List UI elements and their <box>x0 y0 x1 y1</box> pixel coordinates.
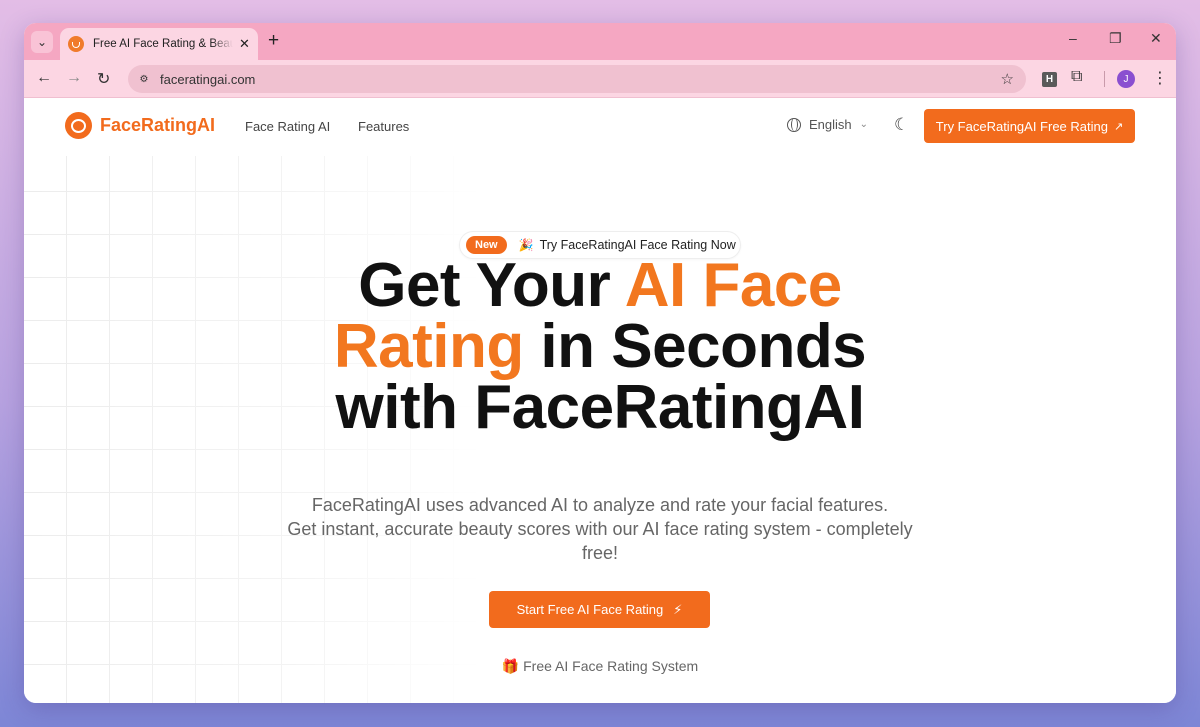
minimize-button[interactable]: – <box>1069 30 1077 46</box>
web-page: FaceRatingAI Face Rating AI Features Eng… <box>24 98 1176 703</box>
menu-icon[interactable]: ⋮ <box>1152 68 1168 88</box>
window-close-button[interactable]: ✕ <box>1150 30 1162 47</box>
chevron-down-icon: ⌄ <box>859 119 869 130</box>
favicon-icon <box>68 36 84 52</box>
star-rating: ★★★★★ <box>634 702 715 703</box>
browser-window: ⌄ Free AI Face Rating & Beauty Analysis … <box>24 23 1176 703</box>
headline-highlight2: Rating <box>333 312 524 381</box>
toolbar-divider <box>1104 71 1105 87</box>
gift-icon: 🎁 <box>501 658 520 674</box>
start-free-rating-label: Start Free AI Face Rating <box>516 602 664 617</box>
tab-active[interactable]: Free AI Face Rating & Beauty Analysis ✕ <box>60 28 258 60</box>
headline-part2: in Seconds <box>523 312 867 381</box>
globe-icon <box>787 117 801 132</box>
brand-name: FaceRatingAI <box>100 115 216 135</box>
subtitle-line1: FaceRatingAI uses advanced AI to analyze… <box>311 495 889 515</box>
subtitle-line3: free! <box>581 543 619 563</box>
free-system-text: Free AI Face Rating System <box>523 658 699 674</box>
language-label: English <box>809 117 852 132</box>
avatar[interactable]: J <box>1117 70 1135 88</box>
hero-subtitle: FaceRatingAI uses advanced AI to analyze… <box>24 493 1176 565</box>
headline-highlight1: AI Face <box>624 251 843 320</box>
close-icon[interactable]: ✕ <box>239 36 250 52</box>
try-free-rating-button[interactable]: Try FaceRatingAI Free Rating ↗ <box>924 109 1135 143</box>
tab-title: Free AI Face Rating & Beauty Analysis <box>93 38 233 50</box>
tab-search-icon[interactable]: ⌄ <box>31 31 53 53</box>
subtitle-line2: Get instant, accurate beauty scores with… <box>287 519 913 539</box>
start-free-rating-button[interactable]: Start Free AI Face Rating ⚡ <box>489 591 710 628</box>
external-arrow-icon: ↗ <box>1113 120 1124 133</box>
reload-icon[interactable]: ↻ <box>97 69 110 89</box>
brand-logo[interactable]: FaceRatingAI <box>65 112 215 139</box>
nav-link-features[interactable]: Features <box>358 119 409 134</box>
nav-link-face-rating-ai[interactable]: Face Rating AI <box>245 119 330 134</box>
party-icon: 🎉 <box>518 238 534 252</box>
url-text[interactable]: faceratingai.com <box>160 72 255 87</box>
try-free-rating-label: Try FaceRatingAI Free Rating <box>935 118 1108 134</box>
forward-icon[interactable]: → <box>66 69 82 87</box>
language-selector[interactable]: English ⌄ <box>787 117 868 132</box>
address-bar[interactable]: ⚙ faceratingai.com ☆ <box>128 65 1026 93</box>
page-title: Get Your AI Face Rating in Seconds with … <box>24 255 1176 439</box>
headline-part3: with FaceRatingAI <box>335 373 865 442</box>
site-info-icon[interactable]: ⚙ <box>134 69 154 89</box>
browser-toolbar: ← → ↻ ⚙ faceratingai.com ☆ H ⧉ J ⋮ <box>24 60 1176 98</box>
extension-h-icon[interactable]: H <box>1042 72 1057 87</box>
back-icon[interactable]: ← <box>36 69 52 87</box>
extensions-icon[interactable]: ⧉ <box>1071 68 1082 86</box>
bookmark-star-icon[interactable]: ☆ <box>1001 70 1014 88</box>
maximize-button[interactable]: ❐ <box>1109 30 1122 47</box>
plus-icon[interactable]: + <box>268 30 279 52</box>
tab-strip: ⌄ Free AI Face Rating & Beauty Analysis … <box>24 23 1176 60</box>
moon-icon[interactable]: ☾ <box>894 115 909 135</box>
headline-part1: Get Your <box>358 251 625 320</box>
site-nav: FaceRatingAI Face Rating AI Features Eng… <box>24 98 1176 156</box>
announcement-text: Try FaceRatingAI Face Rating Now <box>539 238 736 252</box>
logo-icon <box>65 112 92 139</box>
bolt-icon: ⚡ <box>673 601 683 617</box>
free-system-note: 🎁 Free AI Face Rating System <box>24 658 1176 675</box>
